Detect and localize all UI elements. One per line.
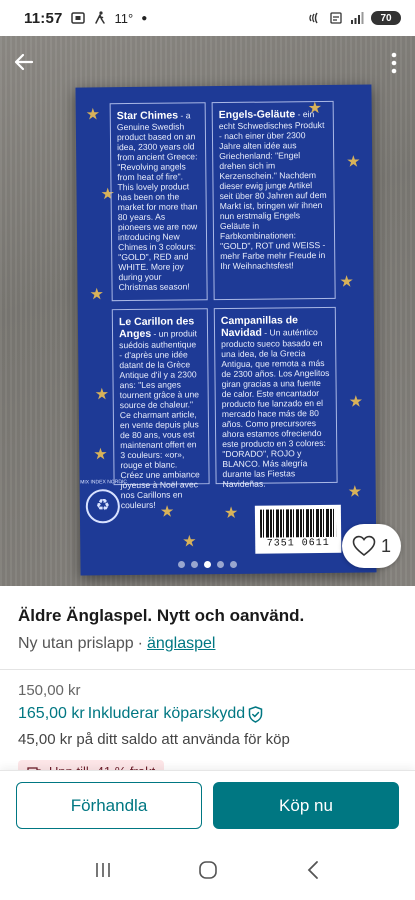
home-icon	[198, 861, 217, 879]
carousel-dot	[178, 561, 185, 568]
item-subtitle: Ny utan prislapp · änglaspel	[18, 635, 397, 653]
status-left: 11:57 11° ●	[24, 10, 147, 27]
panel-text: - un produit suédois authentique - d'apr…	[119, 328, 200, 511]
barcode: 7351 0611	[254, 504, 342, 554]
more-options-button[interactable]	[389, 50, 399, 78]
star-decoration: ★	[223, 504, 239, 523]
notification-dot-icon: ●	[141, 12, 148, 24]
favorite-count: 1	[380, 535, 391, 556]
category-link[interactable]: änglaspel	[147, 635, 216, 653]
system-navigation-bar	[0, 840, 415, 900]
more-vertical-icon	[391, 52, 397, 74]
nfc-icon	[309, 12, 318, 24]
buyer-protection-price[interactable]: 165,00 kr Inkluderar köparskydd	[18, 705, 397, 723]
screen: 11:57 11° ● 70 ★ ★ ★ ★ ★ ★ ★ ★ ★ ★ ★ ★ ★…	[0, 0, 415, 900]
shield-check-icon	[248, 705, 263, 723]
price-with-protection: 165,00 kr	[18, 705, 85, 722]
product-photo-carousel[interactable]: ★ ★ ★ ★ ★ ★ ★ ★ ★ ★ ★ ★ ★ Star Chimes - …	[0, 36, 415, 586]
balance-note: 45,00 kr på ditt saldo att använda för k…	[18, 731, 290, 748]
box-panel-english: Star Chimes - a Genuine Swedish product …	[109, 102, 208, 302]
negotiate-button[interactable]: Förhandla	[16, 782, 202, 829]
wifi-call-icon	[330, 12, 342, 24]
item-price: 150,00 kr	[18, 682, 81, 699]
action-bar: Förhandla Köp nu	[0, 770, 415, 840]
recent-apps-button[interactable]	[83, 850, 123, 890]
signal-icon	[351, 12, 364, 24]
chevron-left-icon	[307, 861, 318, 879]
star-decoration: ★	[93, 446, 108, 464]
recycle-label: MIX INDEX NORDIC	[80, 479, 127, 486]
battery-indicator: 70	[371, 11, 401, 25]
divider	[0, 669, 415, 670]
recent-apps-icon	[95, 863, 110, 877]
star-decoration: ★	[348, 393, 364, 411]
star-decoration: ★	[89, 286, 105, 304]
panel-text: - ein echt Schwedisches Produkt - nach e…	[218, 109, 327, 272]
buyer-protection-label: Inkluderar köparskydd	[87, 705, 246, 722]
item-details: Äldre Änglaspel. Nytt och oanvänd. Ny ut…	[0, 586, 415, 783]
status-bar: 11:57 11° ● 70	[0, 0, 415, 36]
carousel-dot	[191, 561, 198, 568]
star-decoration: ★	[339, 273, 354, 291]
box-panel-french: Le Carillon des Anges - un produit suédo…	[111, 308, 210, 510]
home-button[interactable]	[188, 850, 228, 890]
item-condition: Ny utan prislapp	[18, 635, 134, 652]
panel-text: - a Genuine Swedish product based on an …	[116, 110, 198, 293]
status-right: 70	[308, 11, 401, 25]
arrow-left-icon	[14, 53, 34, 71]
favorite-button[interactable]: 1	[341, 524, 401, 568]
star-decoration: ★	[94, 386, 110, 404]
recycle-icon: ♻	[85, 489, 121, 524]
product-box-image: ★ ★ ★ ★ ★ ★ ★ ★ ★ ★ ★ ★ ★ Star Chimes - …	[75, 84, 377, 576]
walking-icon	[94, 11, 105, 24]
screenshot-icon	[70, 12, 85, 24]
star-decoration: ★	[85, 106, 101, 124]
box-panel-german: Engels-Geläute - ein echt Schwedisches P…	[211, 100, 336, 301]
carousel-dot	[230, 561, 237, 568]
box-panel-spanish: Campanillas de Navidad - Un auténtico pr…	[213, 306, 338, 489]
subtitle-separator: ·	[137, 635, 143, 652]
carousel-dot	[217, 561, 224, 568]
star-decoration: ★	[182, 533, 197, 551]
barcode-bars	[259, 508, 337, 538]
barcode-number: 7351 0611	[266, 537, 330, 550]
star-decoration: ★	[159, 503, 175, 521]
back-button[interactable]	[10, 48, 38, 76]
panel-title: Star Chimes	[116, 109, 179, 123]
star-decoration: ★	[346, 153, 361, 171]
panel-title: Engels-Geläute	[218, 108, 296, 122]
carousel-dot-active	[204, 561, 211, 568]
item-title: Äldre Änglaspel. Nytt och oanvänd.	[18, 606, 305, 625]
panel-text: - Un auténtico producto sueco basado en …	[221, 327, 330, 490]
system-back-button[interactable]	[293, 850, 333, 890]
star-decoration: ★	[347, 483, 363, 501]
status-temperature: 11°	[114, 10, 134, 26]
status-time: 11:57	[24, 9, 63, 27]
buy-now-button[interactable]: Köp nu	[213, 782, 399, 829]
heart-icon	[352, 535, 376, 557]
